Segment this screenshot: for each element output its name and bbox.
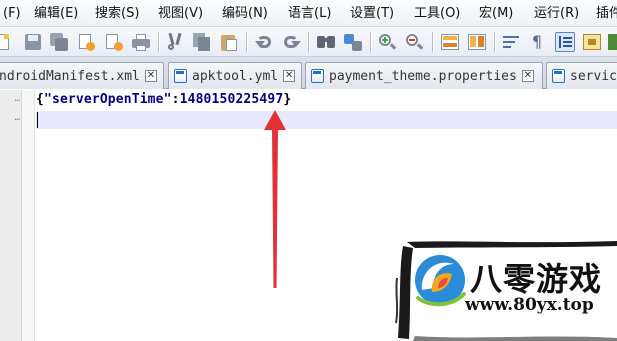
arrow-head [264,110,286,130]
sync-vertical-icon[interactable] [440,32,460,52]
tab-androidmanifest[interactable]: ndroidManifest.xml ✕ [0,62,164,89]
tab-payment-theme[interactable]: payment_theme.properties ✕ [305,62,543,89]
close-file-icon[interactable] [76,32,96,52]
menu-language[interactable]: 语言(L) [288,0,331,27]
sync-horizontal-icon[interactable] [467,32,487,52]
menu-edit[interactable]: 编辑(E) [34,0,78,27]
arrow-shaft [272,128,278,288]
close-all-icon[interactable] [104,32,124,52]
json-key: "serverOpenTime" [43,92,172,107]
zoom-out-icon[interactable] [404,32,424,52]
language-icon[interactable] [582,32,602,52]
open-brace: { [36,92,44,107]
save-icon[interactable] [23,32,43,52]
menu-run[interactable]: 运行(R) [534,0,579,27]
annotation-arrow [264,110,286,288]
tab-apktool[interactable]: apktool.yml ✕ [168,62,302,89]
tab-close-icon[interactable]: ✕ [283,70,296,82]
tab-label: ndroidManifest.xml [0,68,140,84]
indent-guide-icon[interactable] [555,32,575,52]
line-number-margin: … … [0,90,22,341]
file-icon [311,69,324,83]
watermark-url: www.80yx.top [465,295,594,315]
zoom-in-icon[interactable] [377,32,397,52]
menu-macro[interactable]: 宏(M) [479,0,513,27]
menu-file[interactable]: (F) [3,0,21,27]
file-icon [174,69,187,83]
menu-search[interactable]: 搜索(S) [95,0,139,27]
show-all-characters-icon[interactable]: ¶ [527,32,547,52]
current-line-highlight [36,111,617,129]
tab-bar: ndroidManifest.xml ✕ apktool.yml ✕ payme… [0,57,617,89]
print-icon[interactable] [131,32,151,52]
menu-tools[interactable]: 工具(O) [414,0,460,27]
watermark-logo-icon [415,255,466,307]
tab-close-icon[interactable]: ✕ [521,70,534,82]
doc-map-icon[interactable] [607,32,617,52]
save-all-icon[interactable] [49,32,69,52]
undo-icon[interactable] [254,32,274,52]
replace-icon[interactable] [343,32,363,52]
tab-label: servic [570,68,617,84]
line-marker: … [14,113,20,123]
json-value: 1480150225497 [179,92,284,107]
menu-encoding[interactable]: 编码(N) [222,0,268,27]
word-wrap-icon[interactable] [501,32,521,52]
menu-settings[interactable]: 设置(T) [350,0,394,27]
copy-icon[interactable] [192,32,212,52]
toolbar: ¶ [0,27,617,57]
tab-close-icon[interactable]: ✕ [144,70,157,82]
close-brace: } [283,92,292,107]
cut-icon[interactable] [166,32,186,52]
new-file-icon[interactable] [0,32,14,52]
menu-bar: (F) 编辑(E) 搜索(S) 视图(V) 编码(N) 语言(L) 设置(T) … [0,0,617,27]
find-icon[interactable] [316,32,336,52]
menu-plugins[interactable]: 插件 [596,0,617,27]
text-caret [37,112,38,128]
redo-icon[interactable] [281,32,301,52]
code-line-1: {"serverOpenTime":1480150225497} [36,92,291,107]
paste-icon[interactable] [219,32,239,52]
fold-margin [22,90,35,341]
line-marker: … [14,94,20,104]
menu-view[interactable]: 视图(V) [158,0,203,27]
tab-label: apktool.yml [192,68,279,84]
tab-service[interactable]: servic [546,62,617,89]
file-icon [552,69,565,83]
watermark-title: 八零游戏 [470,260,603,298]
json-colon: : [171,92,180,107]
tab-label: payment_theme.properties [329,68,517,84]
